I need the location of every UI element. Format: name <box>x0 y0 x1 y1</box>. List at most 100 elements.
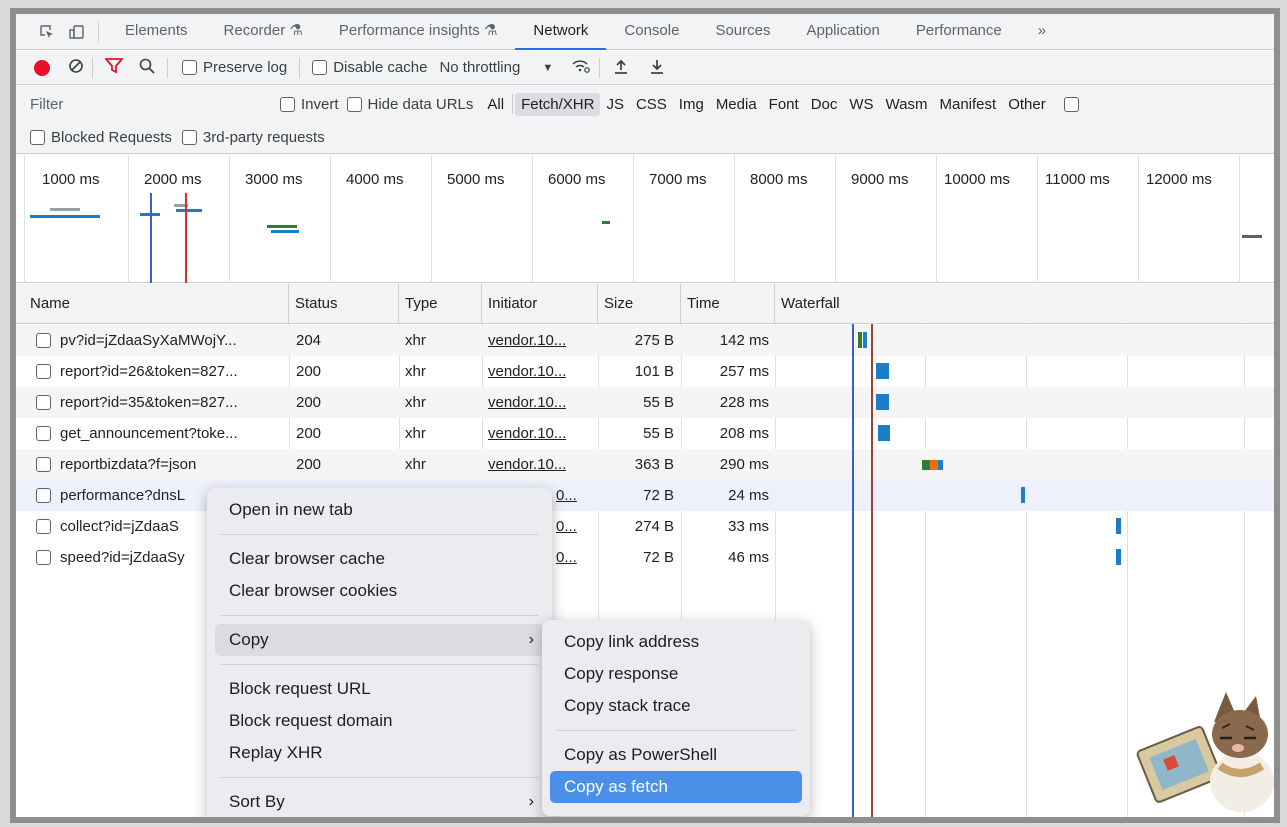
tick-label: 10000 ms <box>944 171 1010 188</box>
throttling-select[interactable]: No throttling ▼ <box>439 59 553 76</box>
menu-copy-link-address[interactable]: Copy link address <box>550 626 802 658</box>
filter-type-font[interactable]: Font <box>763 93 805 116</box>
network-conditions-icon[interactable] <box>571 58 591 78</box>
hide-data-urls-checkbox[interactable] <box>346 96 362 112</box>
tab-recorder[interactable]: Recorder ⚗ <box>206 14 321 50</box>
column-type[interactable]: Type <box>399 284 482 324</box>
filter-type-ws[interactable]: WS <box>843 93 879 116</box>
blocked-requests-checkbox[interactable] <box>30 130 45 145</box>
row-type: xhr <box>405 332 426 349</box>
row-initiator[interactable]: 0... <box>556 542 577 573</box>
export-har-icon[interactable] <box>650 58 664 78</box>
menu-block-request-domain[interactable]: Block request domain <box>215 705 544 737</box>
filter-type-media[interactable]: Media <box>710 93 763 116</box>
filter-type-fetch-xhr[interactable]: Fetch/XHR <box>515 92 601 116</box>
row-initiator[interactable]: vendor.10... <box>488 418 566 449</box>
menu-copy-as-powershell[interactable]: Copy as PowerShell <box>550 739 802 771</box>
row-initiator[interactable]: vendor.10... <box>488 387 566 418</box>
table-row[interactable]: speed?id=jZdaaSy 0... 72 B 46 ms <box>16 542 1274 573</box>
filter-type-doc[interactable]: Doc <box>805 93 844 116</box>
tick-label: 3000 ms <box>245 171 303 188</box>
tick-label: 2000 ms <box>144 171 202 188</box>
table-row[interactable]: collect?id=jZdaaS 0... 274 B 33 ms <box>16 511 1274 542</box>
tick-label: 5000 ms <box>447 171 505 188</box>
filter-funnel-icon[interactable] <box>104 57 124 78</box>
row-initiator[interactable]: vendor.10... <box>488 449 566 480</box>
search-icon[interactable] <box>139 58 155 78</box>
menu-copy-response[interactable]: Copy response <box>550 658 802 690</box>
waterfall-bar <box>1021 487 1025 503</box>
row-type: xhr <box>405 456 426 473</box>
menu-block-request-url[interactable]: Block request URL <box>215 673 544 705</box>
throttling-value: No throttling <box>439 59 521 76</box>
cat-mascot-image <box>1134 682 1274 817</box>
tab-performance[interactable]: Performance <box>898 14 1020 50</box>
row-initiator[interactable]: vendor.10... <box>488 325 566 356</box>
invert-checkbox[interactable] <box>280 96 295 112</box>
column-time[interactable]: Time <box>681 284 775 324</box>
disable-cache-checkbox[interactable] <box>312 60 328 75</box>
import-har-icon[interactable] <box>614 58 628 78</box>
filter-type-manifest[interactable]: Manifest <box>934 93 1003 116</box>
tick-line <box>1138 155 1139 283</box>
column-initiator[interactable]: Initiator <box>482 284 598 324</box>
tab-network[interactable]: Network <box>515 14 607 50</box>
tab-performance-insights[interactable]: Performance insights ⚗ <box>321 14 516 50</box>
preserve-log-checkbox[interactable] <box>182 60 197 75</box>
inspect-element-icon[interactable] <box>36 21 58 43</box>
tick-label: 8000 ms <box>750 171 808 188</box>
overview-bar <box>1242 235 1262 238</box>
invert-label: Invert <box>301 95 339 113</box>
overview-bar <box>50 208 80 211</box>
filter-type-all[interactable]: All <box>481 93 510 116</box>
table-row[interactable]: report?id=26&token=827... 200 xhr vendor… <box>16 356 1274 387</box>
filter-input[interactable]: Filter <box>30 96 280 113</box>
row-size: 363 B <box>634 456 674 473</box>
row-time: 290 ms <box>719 456 769 473</box>
column-name[interactable]: Name <box>16 284 289 324</box>
menu-sort-by[interactable]: Sort By › <box>215 786 544 817</box>
menu-copy[interactable]: Copy › <box>215 624 544 656</box>
divider <box>98 21 99 42</box>
menu-clear-browser-cache[interactable]: Clear browser cache <box>215 543 544 575</box>
row-initiator[interactable]: vendor.10... <box>488 356 566 387</box>
device-toolbar-icon[interactable] <box>66 21 88 43</box>
context-menu: Open in new tab Clear browser cache Clea… <box>207 488 552 817</box>
tick-line <box>128 155 129 283</box>
table-row[interactable]: pv?id=jZdaaSyXaMWojY... 204 xhr vendor.1… <box>16 325 1274 356</box>
network-overview[interactable]: 1000 ms 2000 ms 3000 ms 4000 ms 5000 ms … <box>16 155 1274 283</box>
column-waterfall[interactable]: Waterfall <box>775 284 1274 324</box>
tab-application[interactable]: Application <box>788 14 897 50</box>
waterfall-bar <box>922 460 930 470</box>
row-initiator[interactable]: 0... <box>556 480 577 511</box>
filter-type-js[interactable]: JS <box>600 93 630 116</box>
more-tabs-button[interactable]: » <box>1020 14 1064 50</box>
table-row[interactable]: report?id=35&token=827... 200 xhr vendor… <box>16 387 1274 418</box>
clear-icon[interactable] <box>68 58 84 78</box>
filter-type-other[interactable]: Other <box>1002 93 1052 116</box>
record-button[interactable] <box>34 59 50 76</box>
menu-clear-browser-cookies[interactable]: Clear browser cookies <box>215 575 544 607</box>
divider <box>299 57 301 78</box>
row-initiator[interactable]: 0... <box>556 511 577 542</box>
row-name: pv?id=jZdaaSyXaMWojY... <box>60 332 237 349</box>
tab-console[interactable]: Console <box>606 14 697 50</box>
menu-replay-xhr[interactable]: Replay XHR <box>215 737 544 769</box>
menu-copy-stack-trace[interactable]: Copy stack trace <box>550 690 802 722</box>
table-row[interactable]: get_announcement?toke... 200 xhr vendor.… <box>16 418 1274 449</box>
has-blocked-cookies-checkbox[interactable] <box>1063 96 1079 112</box>
filter-type-wasm[interactable]: Wasm <box>880 93 934 116</box>
waterfall-bar <box>930 460 938 470</box>
table-row[interactable]: performance?dnsL 0... 72 B 24 ms <box>16 480 1274 511</box>
third-party-checkbox[interactable] <box>181 130 197 145</box>
tab-elements[interactable]: Elements <box>107 14 206 50</box>
tab-sources[interactable]: Sources <box>697 14 788 50</box>
filter-type-img[interactable]: Img <box>673 93 710 116</box>
menu-copy-as-fetch[interactable]: Copy as fetch <box>550 771 802 803</box>
column-status[interactable]: Status <box>289 284 399 324</box>
hide-data-urls-label: Hide data URLs <box>367 95 474 113</box>
menu-open-in-new-tab[interactable]: Open in new tab <box>215 494 544 526</box>
filter-type-css[interactable]: CSS <box>630 93 673 116</box>
column-size[interactable]: Size <box>598 284 681 324</box>
table-row[interactable]: reportbizdata?f=json 200 xhr vendor.10..… <box>16 449 1274 480</box>
